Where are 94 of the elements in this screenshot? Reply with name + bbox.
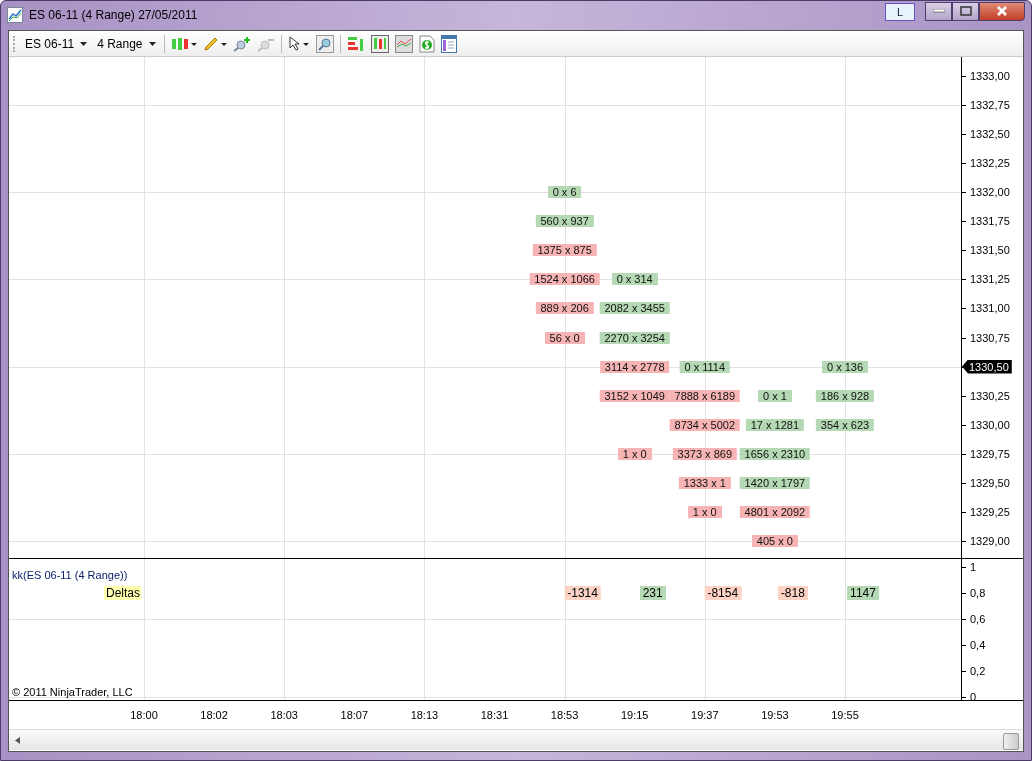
volume-cell: 0 x 1114 [679,360,731,373]
price-label: 1330,75 [970,331,1010,344]
indicator-axis-label: 0,4 [970,639,986,651]
price-label: 1329,50 [970,476,1010,489]
volume-cell: 1 x 0 [687,505,722,518]
volume-cell: 7888 x 6189 [669,389,741,402]
deltas-label: Deltas [104,586,141,600]
time-label: 18:03 [270,709,298,721]
cursor-icon[interactable] [287,35,310,52]
volume-cell: 0 x 1 [757,389,792,402]
delta-value: -8154 [704,586,742,600]
time-label: 18:53 [550,709,579,721]
price-label: 1332,00 [970,186,1010,199]
indicator-axis-label: 0,6 [970,613,986,625]
volume-cell: 405 x 0 [751,534,798,547]
horizontal-scrollbar[interactable] [9,729,1023,750]
volume-cell: 1375 x 875 [532,244,597,257]
delta-value: -818 [777,586,808,600]
price-label: 1332,75 [970,99,1010,112]
price-label: 1329,25 [970,505,1010,518]
volume-cell: 2270 x 3254 [599,331,670,344]
line-chart-icon[interactable] [394,34,413,53]
close-icon [995,6,1009,16]
period-dropdown[interactable]: 4 Range [95,36,158,51]
magnifier-icon[interactable] [315,34,334,53]
volume-cell: 186 x 928 [815,389,875,402]
price-label: 1329,75 [970,447,1010,460]
minimize-button[interactable] [925,1,952,21]
instrument-dropdown[interactable]: ES 06-11 [23,36,90,51]
price-label: 1331,25 [970,273,1010,286]
delta-value: 1147 [847,586,879,600]
price-label: 1330,00 [970,418,1010,431]
time-label: 19:53 [761,709,789,721]
volume-cell: 1333 x 1 [678,476,731,489]
time-label: 18:31 [480,709,509,721]
volume-cell: 0 x 136 [821,360,869,373]
indicator-title: kk(ES 06-11 (4 Range)) [12,569,128,581]
volume-cell: 17 x 1281 [745,418,805,431]
volume-cell: 8734 x 5002 [669,418,741,431]
volume-cell: 3152 x 1049 [599,389,670,402]
volume-cell: 3373 x 869 [672,447,737,460]
caret-icon [148,41,156,46]
volume-cell: 889 x 206 [535,302,594,315]
candlestick-icon[interactable] [170,35,197,52]
time-label: 18:02 [200,709,228,721]
layout-button[interactable]: L [885,3,915,21]
dollar-icon[interactable] [418,34,435,53]
volume-cell: 560 x 937 [535,215,594,228]
volume-cell: 1 x 0 [617,447,652,460]
indicator-axis-label: 0,8 [970,587,986,599]
delta-value: 231 [639,586,666,600]
indicator-axis-label: 0,2 [970,665,986,677]
time-label: 18:00 [130,709,158,721]
volume-cell: 1524 x 1066 [529,273,600,286]
price-label: 1331,75 [970,215,1010,228]
volume-cell: 56 x 0 [544,331,585,344]
scrollbar-thumb[interactable] [1003,733,1019,750]
price-label: 1332,50 [970,128,1010,141]
price-label: 1330,25 [970,389,1010,402]
volume-cell: 0 x 6 [547,186,582,199]
minimize-icon [932,9,945,13]
window-title: ES 06-11 (4 Range) 27/05/2011 [29,8,198,22]
volume-cell: 3114 x 2778 [599,360,670,373]
bar-list-icon[interactable] [346,34,365,53]
time-label: 19:37 [691,709,719,721]
volume-cell: 354 x 623 [815,418,875,431]
volume-cell: 0 x 314 [611,273,658,286]
pencil-icon[interactable] [202,35,227,52]
price-label: 1329,00 [970,534,1010,547]
zoom-in-icon[interactable] [232,35,251,52]
caret-icon [80,41,88,46]
time-label: 19:15 [620,709,649,721]
last-price-marker: 1330,50 [962,359,1012,374]
time-label: 19:55 [831,709,859,721]
volume-cell: 1656 x 2310 [739,447,811,460]
scroll-left-arrow[interactable] [15,736,20,744]
price-label: 1331,50 [970,244,1010,257]
volume-cell: 2082 x 3455 [599,302,670,315]
price-label: 1332,25 [970,157,1010,170]
copyright-text: © 2011 NinjaTrader, LLC [12,686,133,698]
time-label: 18:07 [340,709,369,721]
panel-layout-icon[interactable] [440,34,457,53]
maximize-icon [959,6,972,16]
volume-cell: 1420 x 1797 [739,476,811,489]
close-button[interactable] [979,1,1025,21]
candles-chart-icon[interactable] [370,34,389,53]
delta-value: -1314 [564,586,601,600]
price-label: 1333,00 [970,70,1010,82]
chart-icon [7,7,23,23]
maximize-button[interactable] [952,1,979,21]
price-label: 1331,00 [970,302,1010,315]
volume-cell: 4801 x 2092 [739,505,811,518]
indicator-axis-label: 1 [970,561,977,573]
time-label: 18:13 [410,709,439,721]
